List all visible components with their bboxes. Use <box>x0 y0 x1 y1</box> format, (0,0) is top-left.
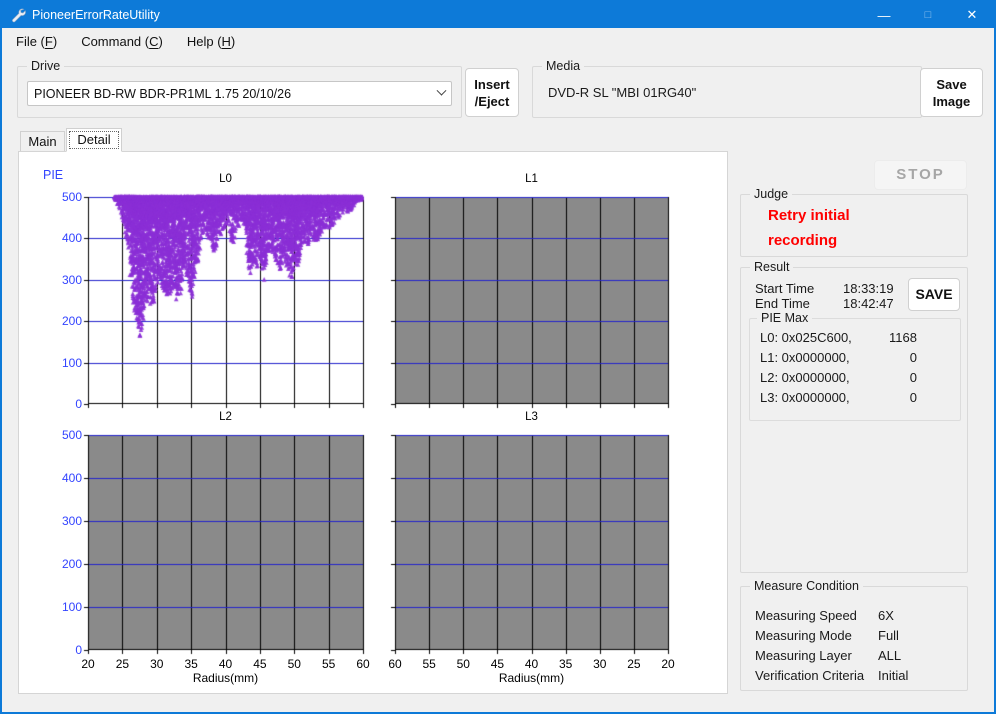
media-group: Media DVD-R SL "MBI 01RG40" <box>532 66 922 118</box>
y-tick-L0-200: 200 <box>48 314 82 328</box>
x-tick-L3-40: 40 <box>519 657 545 671</box>
chevron-down-icon <box>437 86 447 96</box>
media-group-label: Media <box>542 59 584 73</box>
pie-max-row-l0: L0: 0x025C600,1168 <box>760 330 955 345</box>
chart-L0-canvas <box>82 193 367 411</box>
x-tick-L3-60: 60 <box>382 657 408 671</box>
y-tick-L2-400: 400 <box>48 471 82 485</box>
x-tick-L3-30: 30 <box>587 657 613 671</box>
drive-select[interactable]: PIONEER BD-RW BDR-PR1ML 1.75 20/10/26 <box>27 81 452 106</box>
chart-title-L2: L2 <box>196 411 256 423</box>
window-title: PioneerErrorRateUtility <box>32 8 160 22</box>
judge-verdict: Retry initial recording <box>768 203 918 253</box>
measuring-layer-row: Measuring LayerALL <box>755 648 960 663</box>
x-axis-title-L3: Radius(mm) <box>487 671 577 685</box>
menu-bar: File (F) Command (C) Help (H) <box>2 28 994 54</box>
pie-max-group: PIE Max L0: 0x025C600,1168 L1: 0x0000000… <box>749 318 961 421</box>
measuring-speed-row: Measuring Speed6X <box>755 608 960 623</box>
x-tick-L3-55: 55 <box>416 657 442 671</box>
pie-max-row-l3: L3: 0x0000000,0 <box>760 390 955 405</box>
x-tick-L2-30: 30 <box>144 657 170 671</box>
result-group: Result Start Time 18:33:19 End Time 18:4… <box>740 267 968 573</box>
measure-condition-label: Measure Condition <box>750 579 863 593</box>
detail-tab-panel: PIE L0 0 100 200 300 400 500 L1 L2 0 100 200 300 400 50… <box>18 151 728 694</box>
measuring-mode-row: Measuring ModeFull <box>755 628 960 643</box>
x-tick-L3-20: 20 <box>655 657 681 671</box>
y-tick-L2-300: 300 <box>48 514 82 528</box>
menu-file[interactable]: File (F) <box>6 31 67 52</box>
x-tick-L3-25: 25 <box>621 657 647 671</box>
minimize-button[interactable]: — <box>862 2 906 28</box>
y-tick-L2-100: 100 <box>48 600 82 614</box>
chart-title-L3: L3 <box>502 411 562 423</box>
chart-L1-canvas <box>389 193 672 411</box>
pie-max-row-l1: L1: 0x0000000,0 <box>760 350 955 365</box>
menu-command[interactable]: Command (C) <box>71 31 173 52</box>
close-button[interactable]: ✕ <box>950 2 994 28</box>
drive-selected-value: PIONEER BD-RW BDR-PR1ML 1.75 20/10/26 <box>34 87 291 101</box>
stop-button[interactable]: STOP <box>874 160 967 190</box>
save-image-button[interactable]: Save Image <box>920 68 983 117</box>
x-tick-L3-50: 50 <box>450 657 476 671</box>
start-time-row: Start Time 18:33:19 <box>755 281 814 296</box>
y-tick-L0-400: 400 <box>48 231 82 245</box>
insert-eject-button[interactable]: Insert /Eject <box>465 68 519 117</box>
y-tick-L0-0: 0 <box>48 397 82 411</box>
tab-main[interactable]: Main <box>20 131 65 152</box>
judge-group: Judge Retry initial recording <box>740 194 968 257</box>
x-tick-L2-45: 45 <box>247 657 273 671</box>
x-tick-L3-35: 35 <box>553 657 579 671</box>
pie-max-row-l2: L2: 0x0000000,0 <box>760 370 955 385</box>
drive-group: Drive PIONEER BD-RW BDR-PR1ML 1.75 20/10… <box>17 66 462 118</box>
x-tick-L2-35: 35 <box>178 657 204 671</box>
y-tick-L2-200: 200 <box>48 557 82 571</box>
y-tick-L0-300: 300 <box>48 273 82 287</box>
x-tick-L2-40: 40 <box>213 657 239 671</box>
x-tick-L2-20: 20 <box>75 657 101 671</box>
media-value: DVD-R SL "MBI 01RG40" <box>548 85 696 100</box>
y-tick-L2-0: 0 <box>48 643 82 657</box>
y-tick-L0-100: 100 <box>48 356 82 370</box>
chart-title-L0: L0 <box>196 173 256 185</box>
result-group-label: Result <box>750 260 793 274</box>
save-button[interactable]: SAVE <box>908 278 960 311</box>
x-tick-L3-45: 45 <box>484 657 510 671</box>
pie-max-label: PIE Max <box>757 311 812 325</box>
maximize-button[interactable]: □ <box>906 2 950 28</box>
y-tick-L0-500: 500 <box>48 190 82 204</box>
chart-title-L1: L1 <box>502 173 562 185</box>
menu-help[interactable]: Help (H) <box>177 31 245 52</box>
app-window: PioneerErrorRateUtility — □ ✕ File (F) C… <box>0 0 996 714</box>
x-tick-L2-60: 60 <box>350 657 376 671</box>
title-bar[interactable]: PioneerErrorRateUtility — □ ✕ <box>2 2 994 28</box>
drive-group-label: Drive <box>27 59 64 73</box>
x-tick-L2-55: 55 <box>316 657 342 671</box>
pie-axis-label: PIE <box>43 168 63 182</box>
end-time-value: 18:42:47 <box>843 296 913 311</box>
measure-condition-group: Measure Condition Measuring Speed6X Meas… <box>740 586 968 691</box>
x-axis-title-L2: Radius(mm) <box>181 671 271 685</box>
wrench-icon <box>10 7 26 23</box>
tab-detail[interactable]: Detail <box>66 128 122 152</box>
start-time-value: 18:33:19 <box>843 281 913 296</box>
chart-L3-canvas <box>389 431 672 657</box>
verification-criteria-row: Verification CriteriaInitial <box>755 668 960 683</box>
x-tick-L2-50: 50 <box>281 657 307 671</box>
judge-group-label: Judge <box>750 187 792 201</box>
y-tick-L2-500: 500 <box>48 428 82 442</box>
x-tick-L2-25: 25 <box>109 657 135 671</box>
end-time-row: End Time 18:42:47 <box>755 296 810 311</box>
chart-L2-canvas <box>82 431 367 657</box>
